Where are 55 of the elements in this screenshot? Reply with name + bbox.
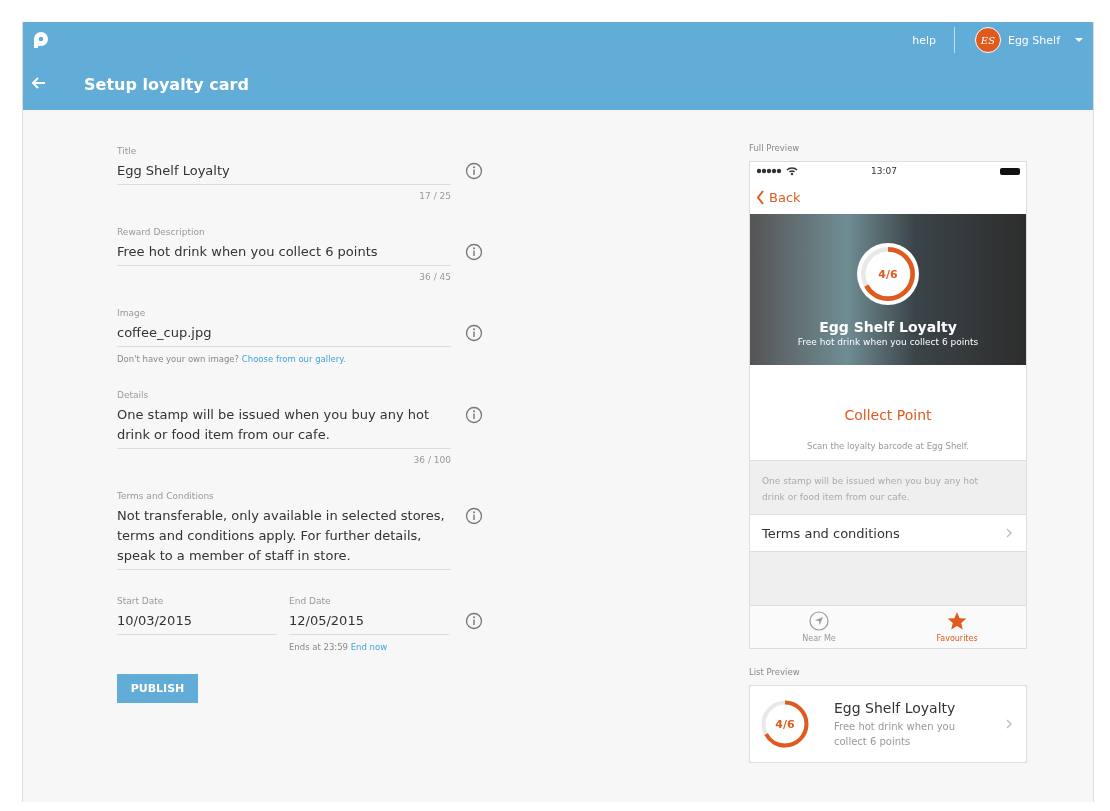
field-label: Title [117,146,138,156]
character-counter: 36 / 45 [418,272,451,282]
user-avatar: ES [974,27,1001,53]
list-card[interactable]: 4/6 Egg Shelf Loyalty Free hot drink when you collect 6 points [749,685,1027,763]
field-label: Details [117,390,150,400]
character-counter: 17 / 25 [418,191,451,201]
chevron-right-icon [1006,719,1012,729]
info-icon [465,612,483,630]
back-label: Back [769,189,801,205]
chevron-left-icon [756,189,765,205]
card-subtitle: Free hot drink when you collect 6 points [834,719,957,749]
info-icon [465,243,483,261]
field-hint: Don't have your own image? Choose from our gallery. [117,354,347,364]
input-field[interactable]: Free hot drink when you collect 6 points [117,242,451,266]
signal-icon [756,167,782,175]
tab[interactable]: Favourites [888,606,1026,648]
field-label: Start Date [117,596,165,606]
info-icon [465,406,483,424]
input-field[interactable]: coffee_cup.jpg [117,323,451,347]
status-time: 13:07 [870,166,898,176]
card-title: Egg Shelf Loyalty [834,699,957,716]
back-link[interactable]: Back [750,180,1026,214]
collect-point-link[interactable]: Collect Point [844,407,932,423]
input-field[interactable]: Egg Shelf Loyalty [117,161,451,185]
page-title: Setup loyalty card [84,74,249,94]
battery-icon [1000,167,1020,175]
progress-ring [857,243,919,305]
progress-count: 4/6 [878,267,898,281]
field-label: Image [117,308,147,318]
details-text: One stamp will be issued when you buy any hot drink or food item from our cafe. [750,460,1026,515]
back-arrow-icon [31,75,47,91]
caret-icon [1075,38,1083,42]
info-icon [465,507,483,525]
character-counter: 36 / 100 [412,455,451,465]
input-field[interactable]: Not transferable, only available in selected stores, terms and conditions apply. For further details, speak to a member of staff in store. [117,506,451,570]
logo-icon [31,30,51,50]
field-hint: Ends at 23:59 End now [289,642,389,652]
field-label: End Date [289,596,332,606]
scan-instruction: Scan the loyalty barcode at Egg Shelf. [807,441,969,451]
input-field[interactable]: 12/05/2015 [289,611,449,635]
field-label: Reward Description [117,227,206,237]
section-label: Full Preview [749,143,801,153]
chevron-right-icon [1006,528,1012,538]
input-field[interactable]: One stamp will be issued when you buy any hot drink or food item from our cafe. [117,405,451,449]
field-label: Terms and Conditions [117,491,215,501]
info-icon [465,324,483,342]
section-label: List Preview [749,667,801,677]
card-subtitle: Free hot drink when you collect 6 points [797,337,979,347]
info-icon [465,162,483,180]
terms-label: Terms and conditions [762,525,900,541]
card-title: Egg Shelf Loyalty [819,319,957,335]
progress-count: 4/6 [775,717,795,731]
star-icon [947,611,967,631]
input-field[interactable]: 10/03/2015 [117,611,277,635]
wifi-icon [786,166,798,176]
